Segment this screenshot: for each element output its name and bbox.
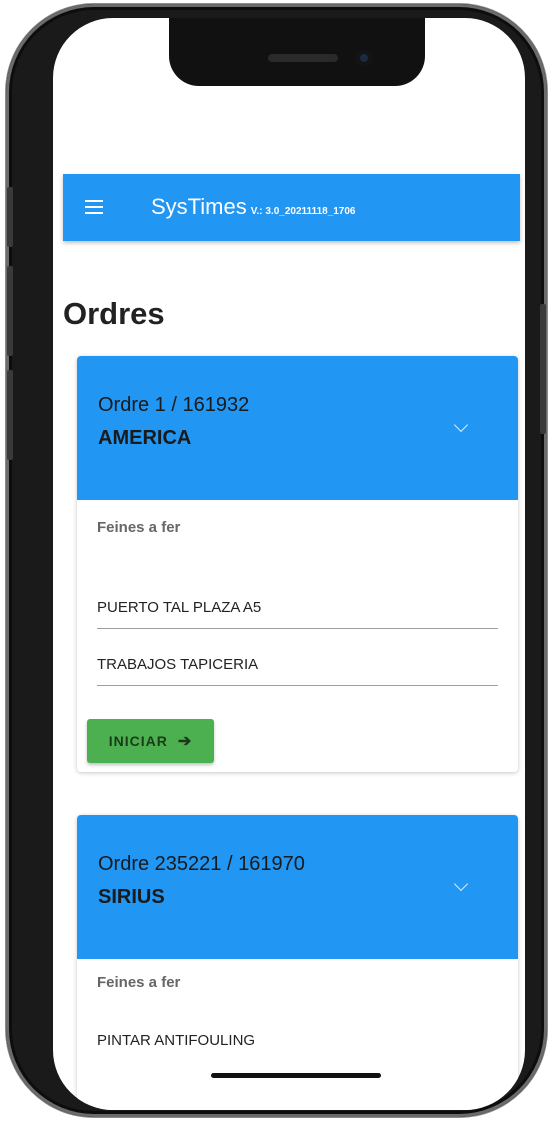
volume-down-button [7,370,13,460]
tasks-label: Feines a fer [97,974,181,991]
phone-screen: SysTimes V.: 3.0_20211118_1706 Ordres Ord… [53,18,525,1110]
order-card-header[interactable]: Ordre 1 / 161932 AMERICA [77,356,518,500]
order-card-header[interactable]: Ordre 235221 / 161970 SIRIUS [77,815,518,959]
chevron-down-icon[interactable] [453,417,469,433]
order-vessel-name: AMERICA [98,427,192,449]
task-item: PUERTO TAL PLAZA A5 [97,599,498,629]
tasks-label: Feines a fer [97,519,181,536]
home-indicator[interactable] [211,1073,381,1078]
phone-frame: SysTimes V.: 3.0_20211118_1706 Ordres Ord… [6,4,547,1117]
app-name: SysTimes [151,194,247,219]
app-bar: SysTimes V.: 3.0_20211118_1706 [63,174,520,241]
order-card: Ordre 1 / 161932 AMERICA Feines a fer PU… [77,356,518,772]
order-card: Ordre 235221 / 161970 SIRIUS Feines a fe… [77,815,518,1110]
order-number: Ordre 1 / 161932 [98,394,250,416]
app-title: SysTimes V.: 3.0_20211118_1706 [151,194,356,220]
start-button-label: INICIAR [108,733,168,749]
order-title: Ordre 235221 / 161970 SIRIUS [98,848,305,914]
speaker-grille [268,54,338,62]
arrow-right-icon: ➔ [177,733,193,750]
task-item: PINTAR ANTIFOULING [97,1032,256,1049]
task-item: TRABAJOS TAPICERIA [97,656,498,686]
notch [169,18,425,86]
camera-icon [356,50,372,66]
start-button[interactable]: INICIAR ➔ [87,719,214,763]
order-number: Ordre 235221 / 161970 [98,853,305,875]
chevron-down-icon[interactable] [453,876,469,892]
order-title: Ordre 1 / 161932 AMERICA [98,389,249,455]
order-vessel-name: SIRIUS [98,886,165,908]
mute-switch [7,187,13,247]
app-version: V.: 3.0_20211118_1706 [250,206,356,217]
volume-up-button [7,266,13,356]
menu-icon[interactable] [85,200,103,214]
power-button [540,304,546,434]
page-title: Ordres [63,296,165,331]
